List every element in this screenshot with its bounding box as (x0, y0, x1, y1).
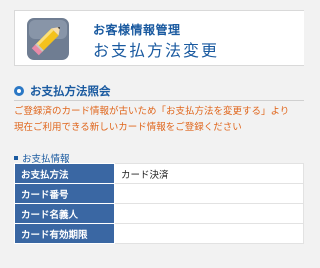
update-notice: ご登録済のカード情報が古いため「お支払方法を変更する」より 現在ご利用できる新し… (14, 104, 304, 136)
section-heading: お支払方法照会 (14, 82, 111, 100)
table-row: カード名義人 (14, 203, 304, 224)
row-value (114, 203, 304, 224)
header-subtitle: お客様情報管理 (93, 23, 181, 37)
circle-bullet-icon (14, 86, 24, 96)
table-row: お支払方法 カード決済 (14, 163, 304, 184)
row-label: お支払方法 (14, 163, 115, 184)
pencil-icon (27, 18, 69, 60)
table-row: カード有効期限 (14, 223, 304, 244)
row-label: カード名義人 (14, 203, 115, 224)
notice-line-2: 現在ご利用できる新しいカード情報をご登録ください (14, 122, 242, 133)
page: お客様情報管理 お支払方法変更 お支払方法照会 ご登録済のカード情報が古いため「… (0, 0, 304, 268)
table-row: カード番号 (14, 183, 304, 204)
page-header: お客様情報管理 お支払方法変更 (14, 10, 304, 66)
payment-info-table: お支払方法 カード決済 カード番号 カード名義人 カード有効期限 (14, 163, 304, 244)
row-label: カード有効期限 (14, 223, 115, 244)
row-label: カード番号 (14, 183, 115, 204)
row-value: カード決済 (114, 163, 304, 184)
page-title: お支払方法変更 (93, 41, 220, 60)
notice-line-1: ご登録済のカード情報が古いため「お支払方法を変更する」より (14, 106, 290, 117)
row-value (114, 183, 304, 204)
square-bullet-icon (14, 156, 18, 160)
section-divider (14, 100, 304, 101)
section-heading-text: お支払方法照会 (30, 84, 111, 98)
row-value (114, 223, 304, 244)
